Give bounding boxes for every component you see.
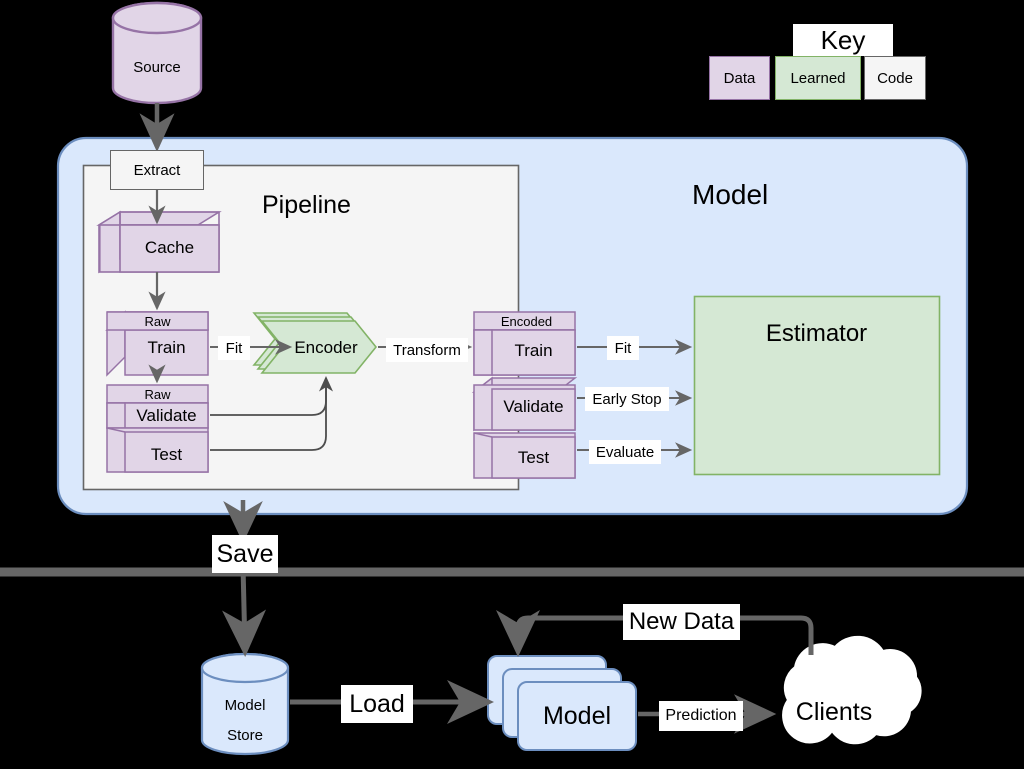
encoded-tag-label: Encoded [500, 313, 553, 329]
edge-label-early-stop: Early Stop [585, 387, 669, 411]
estimator-label: Estimator [765, 320, 868, 347]
key-item-code: Code [864, 56, 926, 100]
key-title: Key [793, 24, 893, 56]
key-item-data-label: Data [723, 69, 756, 87]
arrow-raw-validate-to-encoder [210, 376, 334, 416]
raw-test-label: Test [150, 445, 183, 464]
key-item-learned-label: Learned [790, 69, 846, 87]
edge-label-transform: Transform [386, 338, 468, 362]
edge-label-evaluate: Evaluate [589, 440, 661, 464]
extract-node: Extract [110, 150, 204, 190]
key-item-learned: Learned [775, 56, 861, 100]
encoded-validate-label: Validate [503, 397, 564, 416]
encoder-label: Encoder [294, 338, 358, 357]
source-label: Source [133, 58, 181, 76]
encoded-train-label: Train [514, 341, 553, 360]
edge-label-save: Save [212, 535, 278, 573]
deployed-model-label: Model [542, 701, 612, 730]
source-cylinder-shape [111, 1, 203, 105]
encoded-test-label: Test [517, 448, 550, 467]
edge-label-fit-estimator: Fit [607, 336, 639, 360]
key-item-data: Data [709, 56, 770, 100]
arrow-save-to-model-store [222, 565, 267, 657]
cache-label: Cache [144, 238, 195, 257]
extract-label: Extract [133, 161, 181, 179]
edge-label-prediction: Prediction [659, 701, 743, 731]
raw-train-label: Train [147, 338, 186, 357]
edge-label-new-data: New Data [623, 604, 740, 640]
raw-validate-tag-label: Raw [144, 386, 171, 402]
arrow-raw-test-to-encoder [210, 378, 327, 451]
edge-label-load: Load [341, 685, 413, 723]
model-container-title: Model [692, 179, 769, 210]
edge-label-fit-encoder: Fit [218, 336, 250, 360]
clients-label: Clients [795, 697, 873, 726]
raw-train-tag-label: Raw [144, 313, 171, 329]
model-store-label-line2: Store [227, 726, 263, 744]
diagram-canvas: Source Key Data Learned Code Pipeline Mo… [0, 0, 1024, 769]
key-item-code-label: Code [877, 69, 913, 87]
pipeline-title: Pipeline [262, 191, 351, 219]
model-store-label-line1: Model [224, 696, 266, 714]
raw-validate-label: Validate [136, 406, 197, 425]
